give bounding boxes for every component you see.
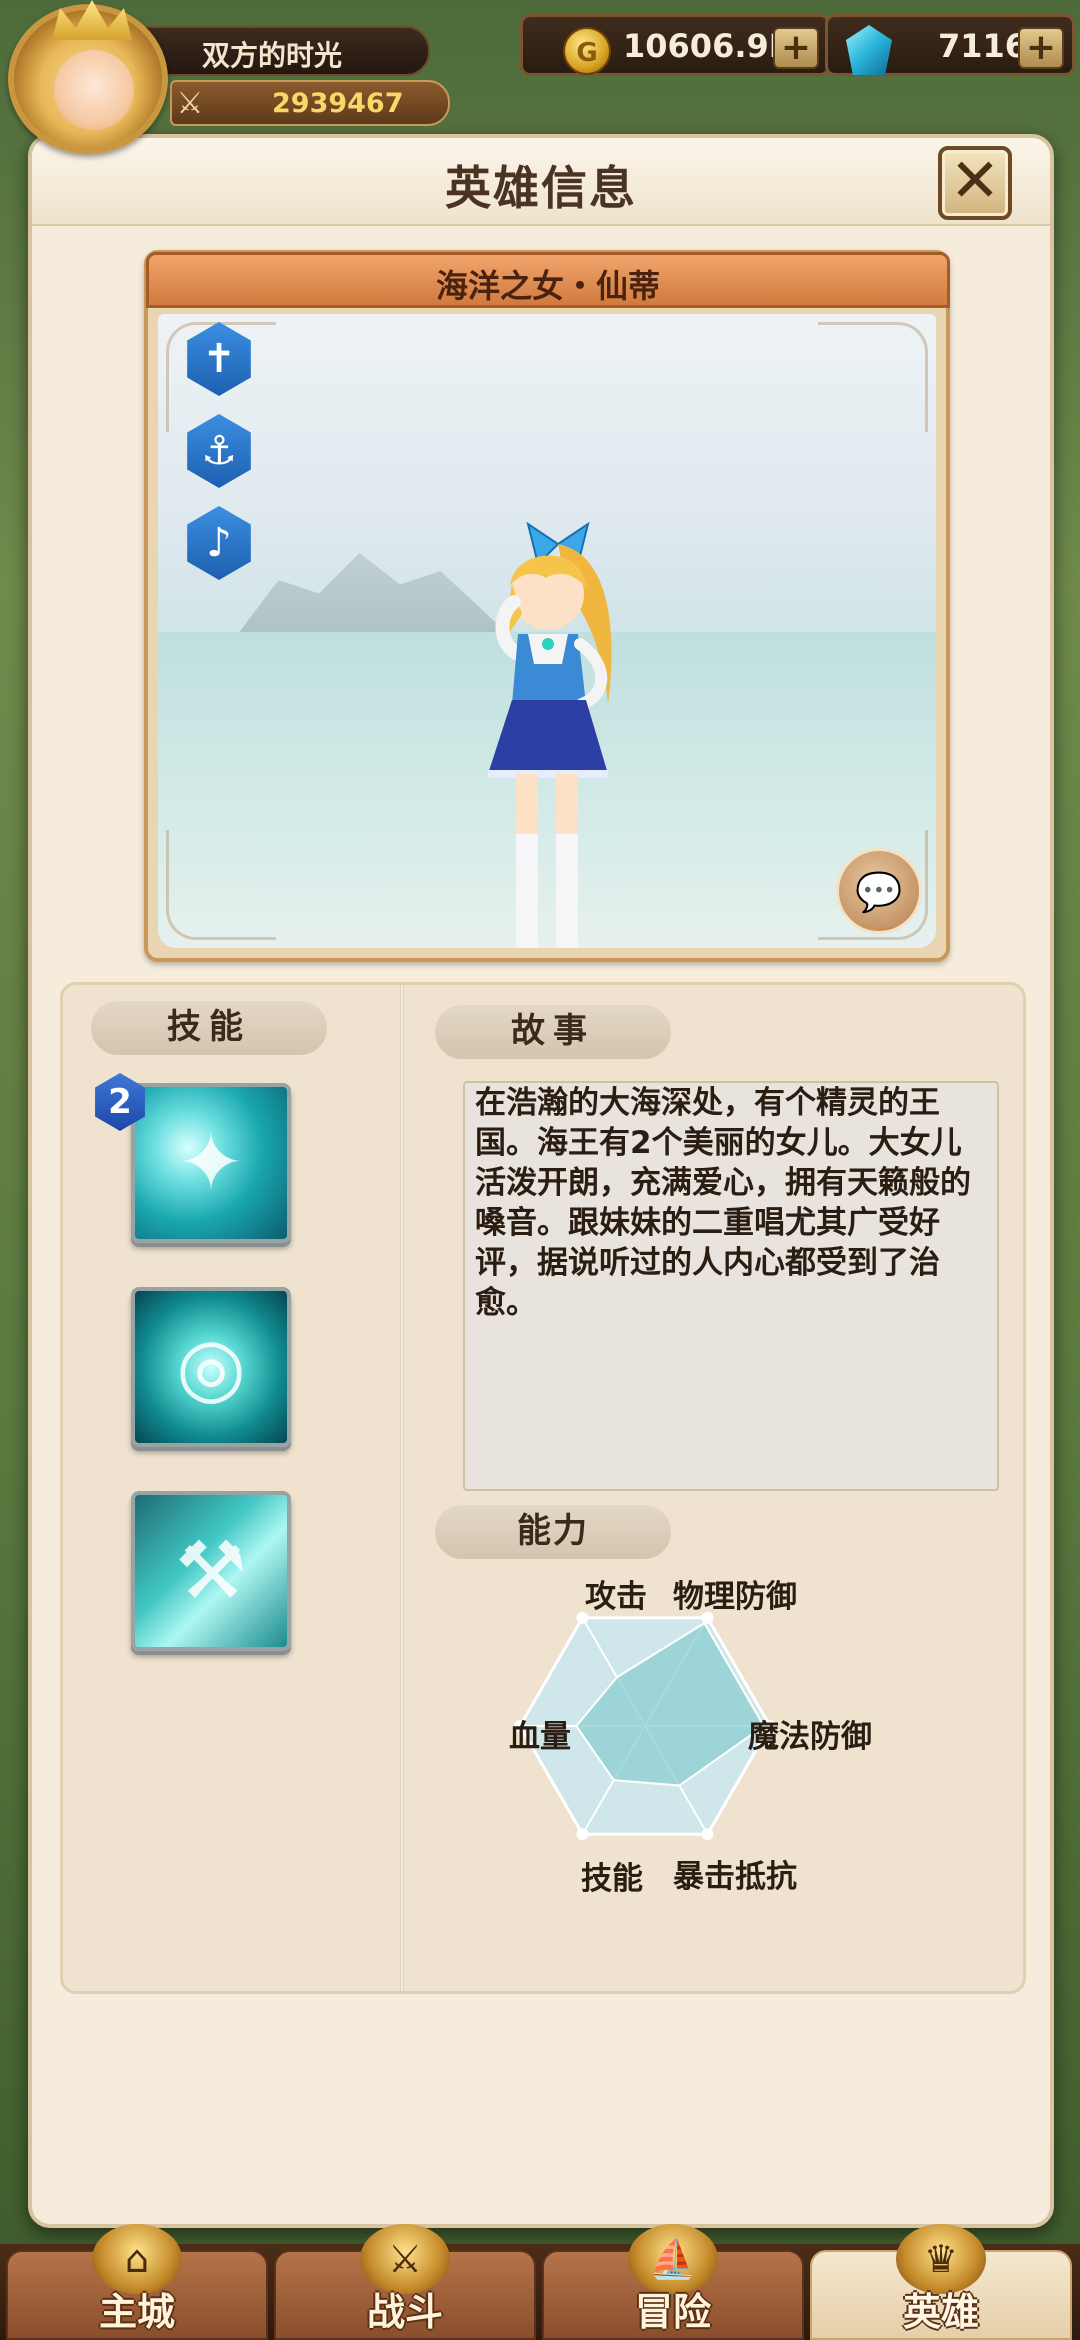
tab-heroes[interactable]: ♛ 英雄	[810, 2224, 1072, 2340]
gold-coin-icon: G	[563, 27, 611, 75]
panel-title: 英雄信息	[445, 161, 637, 215]
water-swirl-icon: ✦	[177, 1116, 245, 1209]
player-power-bar: ⚔ 2939467	[170, 80, 450, 126]
radar-label-magic-def: 魔法防御	[748, 1719, 872, 1755]
gem-value: 7116	[938, 27, 1028, 65]
hero-card: 海洋之女・仙蒂 ✝ ⚓ ♪ 💬	[144, 250, 950, 962]
skill-3-icon[interactable]: ⚒	[131, 1491, 291, 1651]
hero-details: 技能 2 ✦ ◎ ⚒ 故事 在浩瀚的大海深处，有个精灵的王国。海王有2个美丽的女…	[60, 982, 1026, 1994]
story-header: 故事	[435, 1005, 671, 1059]
water-orb-icon: ◎	[176, 1320, 246, 1413]
story-text: 在浩瀚的大海深处，有个精灵的王国。海王有2个美丽的女儿。大女儿活泼开朗，充满爱心…	[475, 1085, 971, 1321]
radar-label-skill: 技能	[581, 1861, 643, 1897]
skill-2-icon[interactable]: ◎	[131, 1287, 291, 1447]
gem-icon	[846, 25, 892, 75]
radar-label-attack: 攻击	[585, 1579, 647, 1615]
music-note-icon[interactable]: ♪	[187, 506, 251, 580]
radar-label-crit-resist: 暴击抵抗	[673, 1859, 797, 1895]
hammer-wave-icon: ⚒	[175, 1524, 247, 1617]
player-power: 2939467	[272, 88, 404, 119]
radar-label-phys-def: 物理防御	[673, 1579, 797, 1615]
bottom-nav: ⌂ 主城 ⚔ 战斗 ⛵ 冒险 ♛ 英雄	[0, 2224, 1080, 2340]
abilities-header: 能力	[435, 1505, 671, 1559]
hero-scene: ✝ ⚓ ♪ 💬	[158, 314, 936, 948]
tab-main-city[interactable]: ⌂ 主城	[6, 2224, 268, 2340]
ability-radar: 攻击 物理防御 魔法防御 暴击抵抗 技能 血量	[435, 1571, 1025, 1991]
player-avatar[interactable]	[8, 0, 168, 154]
gold-counter: G 10606.9K +	[520, 14, 830, 76]
column-divider	[400, 985, 404, 1991]
radar-vertex	[701, 1828, 714, 1841]
crown-icon	[52, 0, 132, 40]
tab-label: 英雄	[902, 2290, 979, 2334]
add-gems-button[interactable]: +	[1018, 27, 1064, 69]
ornament-corner	[818, 322, 928, 432]
gold-value: 10606.9K	[623, 27, 794, 65]
tab-label: 主城	[98, 2290, 175, 2334]
tab-battle[interactable]: ⚔ 战斗	[274, 2224, 536, 2340]
panel-header: 英雄信息 ✕	[32, 138, 1050, 226]
radar-vertex	[576, 1828, 589, 1841]
player-name-bar: 双方的时光	[140, 26, 430, 76]
crossed-swords-icon: ⚔	[176, 86, 204, 121]
hero-info-panel: 英雄信息 ✕ 海洋之女・仙蒂 ✝ ⚓ ♪ 💬 技能 2 ✦ ◎ ⚒ 故事 在浩瀚…	[28, 134, 1054, 2228]
ornament-corner	[166, 830, 276, 940]
hero-name: 海洋之女・仙蒂	[435, 267, 660, 305]
radar-label-hp: 血量	[509, 1719, 571, 1755]
tab-label: 战斗	[366, 2290, 443, 2334]
story-box: 在浩瀚的大海深处，有个精灵的王国。海王有2个美丽的女儿。大女儿活泼开朗，充满爱心…	[463, 1081, 999, 1491]
close-button[interactable]: ✕	[938, 146, 1012, 220]
tab-label: 冒险	[634, 2290, 711, 2334]
skills-header: 技能	[91, 1001, 327, 1055]
radar-chart	[514, 1611, 776, 1841]
skill-1-icon[interactable]: ✦	[131, 1083, 291, 1243]
hero-model[interactable]	[458, 504, 678, 948]
tab-adventure[interactable]: ⛵ 冒险	[542, 2224, 804, 2340]
gem-counter: 7116 +	[825, 14, 1075, 76]
avatar-face	[54, 50, 134, 130]
chat-bubble-icon[interactable]: 💬	[836, 848, 922, 934]
hero-name-bar: 海洋之女・仙蒂	[146, 252, 950, 308]
add-gold-button[interactable]: +	[773, 27, 819, 69]
player-name: 双方的时光	[202, 39, 343, 72]
